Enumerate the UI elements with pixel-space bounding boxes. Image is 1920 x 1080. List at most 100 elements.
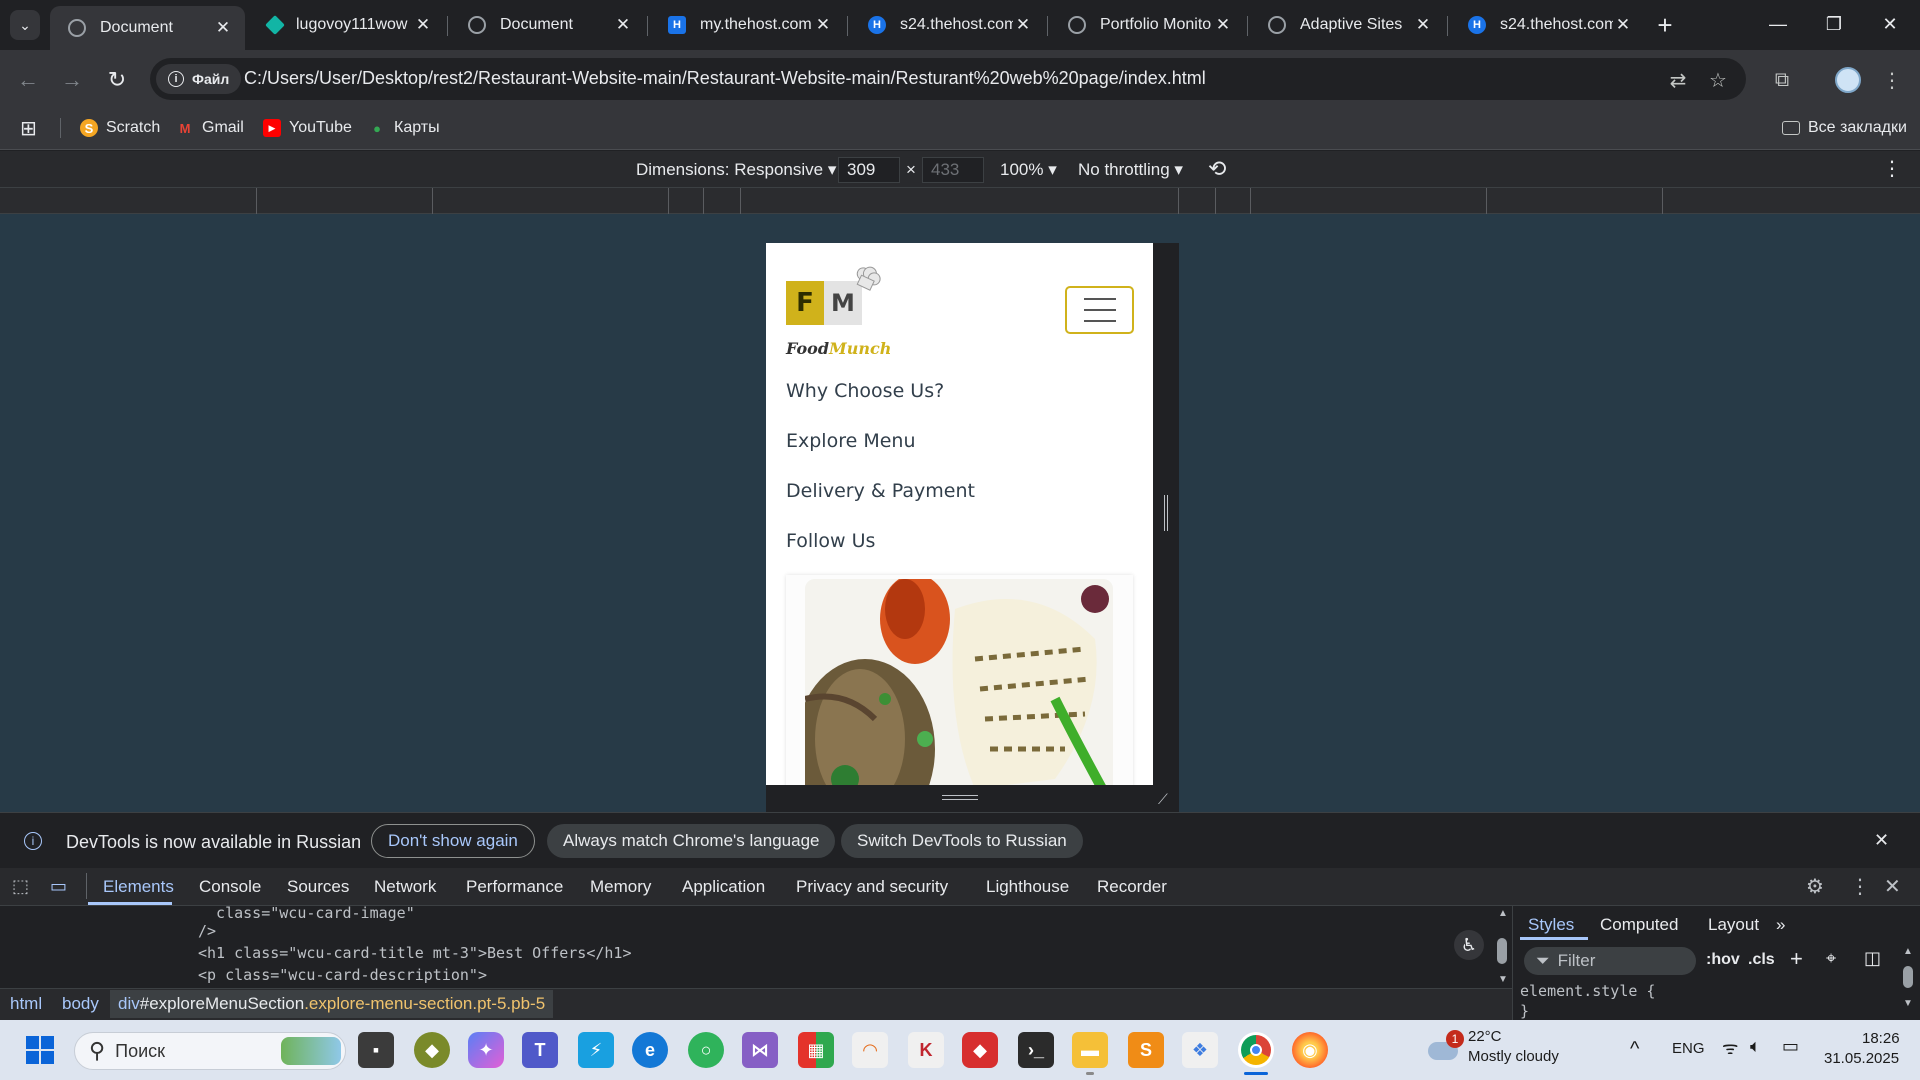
weather-description[interactable]: Mostly cloudy [1468, 1048, 1559, 1065]
nav-link-why-choose-us[interactable]: Why Choose Us? [786, 380, 944, 402]
tab-s24-thehost-2[interactable]: H s24.thehost.com. ✕ [1450, 7, 1645, 43]
show-hidden-icons-chevron-icon[interactable]: ^ [1630, 1038, 1639, 1061]
tab-document-2[interactable]: Document ✕ [450, 7, 645, 43]
styles-scrollbar[interactable]: ▲ ▼ [1903, 946, 1915, 1016]
bookmark-maps[interactable]: ● Карты [368, 114, 440, 142]
reload-button[interactable]: ↻ [101, 64, 133, 96]
bookmark-gmail[interactable]: M Gmail [176, 114, 244, 142]
accessibility-icon[interactable]: ♿ [1454, 930, 1484, 960]
tab-computed[interactable]: Computed [1600, 915, 1678, 935]
tab-application[interactable]: Application [682, 877, 765, 897]
close-icon[interactable]: ✕ [813, 15, 833, 35]
element-style-rule[interactable]: element.style { [1520, 982, 1655, 1000]
code-line[interactable]: <p class="wcu-card-description"> [198, 966, 487, 984]
tab-styles[interactable]: Styles [1528, 915, 1574, 935]
close-icon[interactable]: ✕ [1013, 15, 1033, 35]
taskbar-search-box[interactable]: ⚲ Поиск [74, 1032, 346, 1070]
site-info-chip[interactable]: i Файл [156, 64, 242, 94]
crumb-explore-menu-section[interactable]: div#exploreMenuSection.explore-menu-sect… [110, 990, 554, 1018]
apps-button[interactable]: ⊞ [20, 114, 37, 142]
clock-date[interactable]: 31.05.2025 [1824, 1050, 1899, 1067]
width-input[interactable]: 309 [838, 157, 900, 183]
tab-sources[interactable]: Sources [287, 877, 349, 897]
height-input[interactable]: 433 [922, 157, 984, 183]
windows-start-button[interactable] [22, 1032, 58, 1068]
corner-resize-icon[interactable]: ⟋ [1158, 791, 1168, 808]
all-bookmarks-button[interactable]: Все закладки [1782, 114, 1907, 142]
app-bolt-icon[interactable]: ⚡ [578, 1032, 614, 1068]
nav-link-delivery-payment[interactable]: Delivery & Payment [786, 480, 975, 502]
inspect-element-icon[interactable]: ⬚ [12, 876, 29, 897]
tab-recorder[interactable]: Recorder [1097, 877, 1167, 897]
app-icon-1[interactable]: ◆ [414, 1032, 450, 1068]
battery-icon[interactable]: ▭ [1782, 1036, 1799, 1057]
dont-show-again-button[interactable]: Don't show again [371, 824, 535, 858]
tab-lugovoy[interactable]: lugovoy111wow ✕ [250, 7, 445, 43]
paint-icon[interactable]: ⌖ [1826, 948, 1836, 969]
tab-document-active[interactable]: Document ✕ [50, 6, 245, 50]
cls-toggle[interactable]: .cls [1748, 951, 1775, 969]
sublime-text-icon[interactable]: S [1128, 1032, 1164, 1068]
app-arcs-icon[interactable]: ◠ [852, 1032, 888, 1068]
styles-filter-input[interactable]: ⏷ Filter [1524, 947, 1696, 975]
volume-icon[interactable]: 🔈︎ [1750, 1036, 1761, 1057]
scroll-up-icon[interactable]: ▲ [1498, 908, 1508, 919]
crumb-body[interactable]: body [62, 994, 99, 1014]
tab-console[interactable]: Console [199, 877, 261, 897]
more-tabs-icon[interactable]: » [1776, 915, 1785, 935]
more-menu-icon[interactable]: ⋮ [1876, 64, 1908, 96]
file-explorer-icon[interactable]: ▬ [1072, 1032, 1108, 1068]
copilot-icon[interactable]: ✦ [468, 1032, 504, 1068]
crumb-html[interactable]: html [10, 994, 42, 1014]
clock-time[interactable]: 18:26 [1862, 1030, 1900, 1047]
extensions-icon[interactable]: ⧉ [1766, 64, 1798, 96]
tab-layout[interactable]: Layout [1708, 915, 1759, 935]
elements-scrollbar[interactable]: ▲ ▼ [1496, 908, 1508, 986]
new-style-rule-icon[interactable]: + [1790, 946, 1803, 972]
app-diamond-icon[interactable]: ◆ [962, 1032, 998, 1068]
url-text[interactable]: C:/Users/User/Desktop/rest2/Restaurant-W… [244, 68, 1206, 89]
tab-search-button[interactable]: ⌄ [10, 10, 40, 40]
tab-s24-thehost[interactable]: H s24.thehost.com. ✕ [850, 7, 1045, 43]
device-resize-handle-bottom[interactable]: ⟋ [766, 785, 1179, 812]
logo-f[interactable]: F [786, 281, 824, 325]
tab-adaptive-sites[interactable]: Adaptive Sites ✕ [1250, 7, 1445, 43]
tab-portfolio-monitor[interactable]: Portfolio Monito ✕ [1050, 7, 1245, 43]
terminal-icon[interactable]: ›_ [1018, 1032, 1054, 1068]
close-icon[interactable]: ✕ [1413, 15, 1433, 35]
dimensions-dropdown[interactable]: Dimensions: Responsive ▾ [636, 160, 836, 180]
back-button[interactable]: ← [12, 64, 44, 96]
close-icon[interactable]: ✕ [1613, 15, 1633, 35]
scrollbar-thumb[interactable] [1497, 938, 1507, 964]
code-line[interactable]: <h1 class="wcu-card-title mt-3">Best Off… [198, 944, 631, 962]
profile-avatar[interactable] [1832, 64, 1864, 96]
visual-studio-icon[interactable]: ⋈ [742, 1032, 778, 1068]
forward-button[interactable]: → [56, 64, 88, 96]
scroll-down-icon[interactable]: ▼ [1498, 974, 1508, 985]
restore-button[interactable]: ❐ [1811, 8, 1857, 40]
weather-widget[interactable]: 1 [1426, 1030, 1464, 1066]
code-line[interactable]: /> [198, 922, 216, 940]
wifi-icon[interactable]: ᯤ [1722, 1036, 1738, 1060]
device-resize-handle-right[interactable] [1153, 243, 1179, 785]
teams-icon[interactable]: T [522, 1032, 558, 1068]
close-icon[interactable]: ✕ [413, 15, 433, 35]
navbar-toggler-button[interactable] [1065, 286, 1134, 334]
tab-elements[interactable]: Elements [103, 877, 174, 897]
minimize-button[interactable]: — [1755, 8, 1801, 40]
star-icon[interactable]: ☆ [1702, 64, 1734, 96]
settings-gear-icon[interactable]: ⚙ [1806, 874, 1824, 899]
bookmark-scratch[interactable]: S Scratch [80, 114, 160, 142]
device-more-icon[interactable]: ⋮ [1882, 156, 1902, 181]
devtools-more-icon[interactable]: ⋮ [1850, 874, 1870, 899]
bookmark-youtube[interactable]: ▶ YouTube [263, 114, 352, 142]
scroll-down-icon[interactable]: ▼ [1903, 998, 1913, 1009]
translate-icon[interactable]: ⇄ [1662, 64, 1694, 96]
media-query-bar[interactable] [0, 188, 1920, 214]
tab-lighthouse[interactable]: Lighthouse [986, 877, 1069, 897]
throttling-dropdown[interactable]: No throttling ▾ [1078, 160, 1183, 180]
weather-temp[interactable]: 22°C [1468, 1028, 1502, 1045]
zoom-dropdown[interactable]: 100% ▾ [1000, 160, 1057, 180]
tab-privacy-security[interactable]: Privacy and security [796, 877, 948, 897]
nav-link-follow-us[interactable]: Follow Us [786, 530, 875, 552]
